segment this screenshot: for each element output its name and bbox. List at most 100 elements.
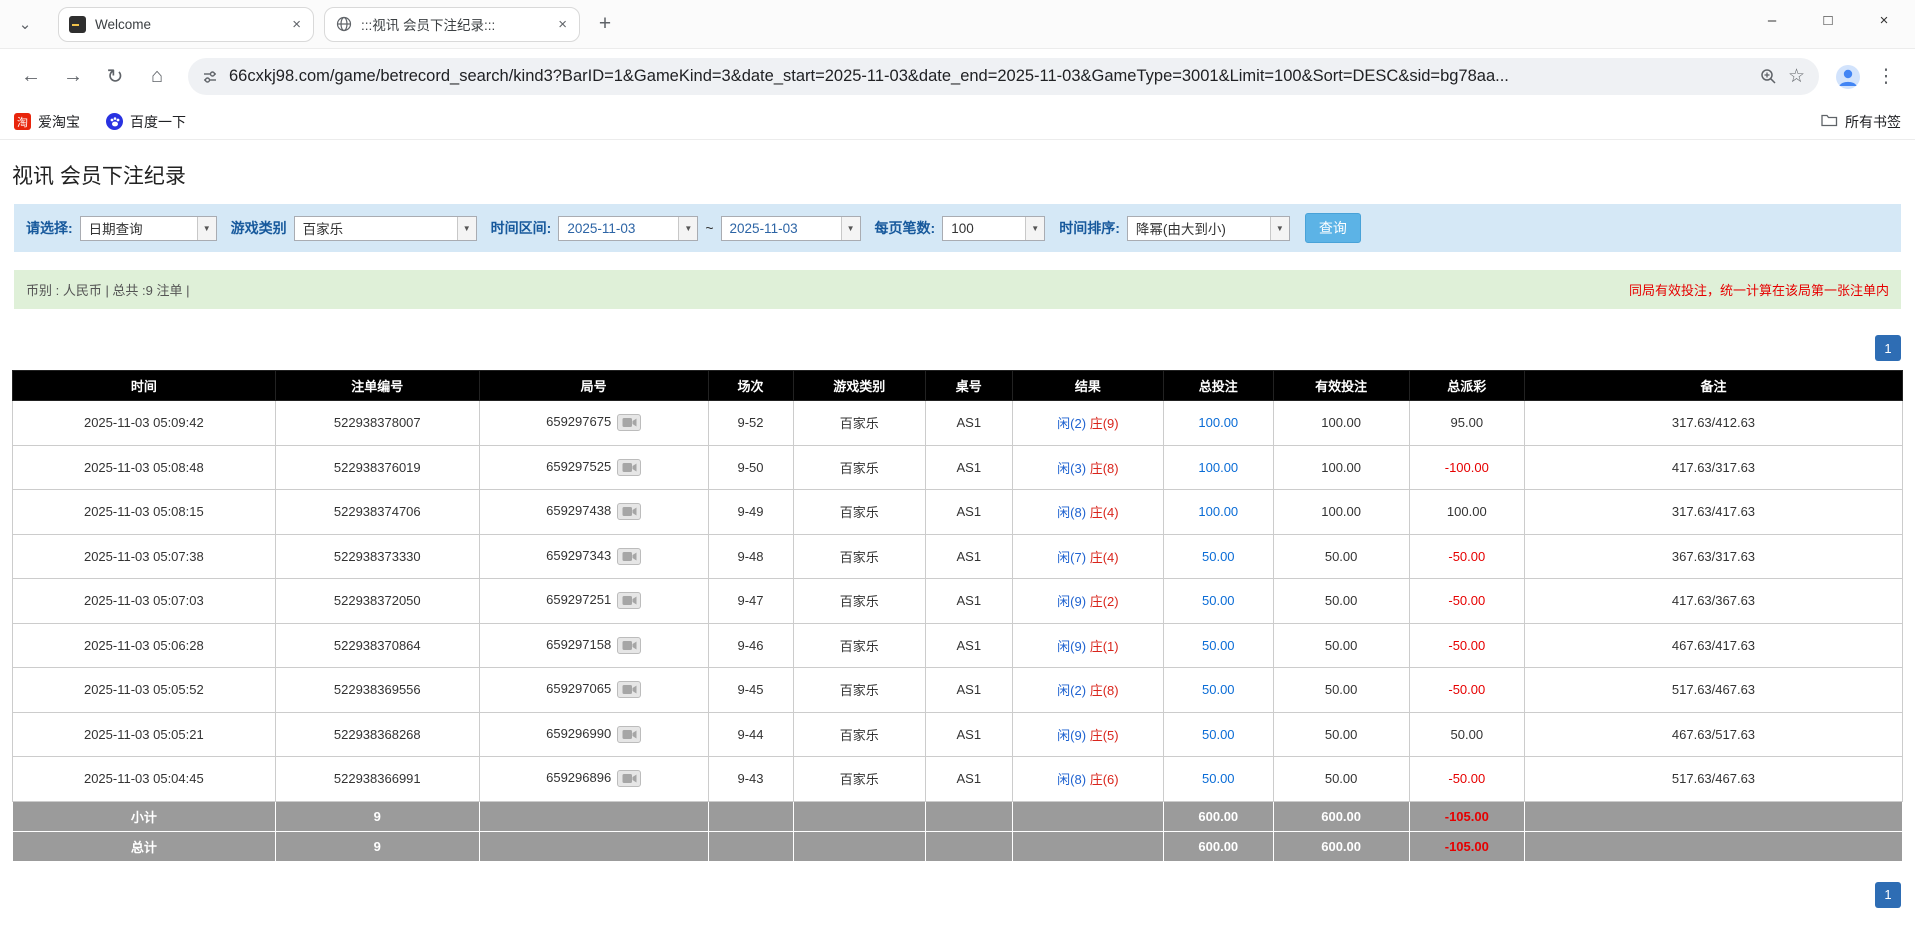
video-replay-icon[interactable] <box>617 592 642 610</box>
url-text[interactable]: 66cxkj98.com/game/betrecord_search/kind3… <box>229 67 1749 86</box>
column-header-9: 总派彩 <box>1408 370 1525 401</box>
chevron-down-icon[interactable]: ▼ <box>678 216 698 240</box>
bookmarks-bar: 淘 爱淘宝 百度一下 所有书签 <box>0 104 1915 140</box>
bookmark-label: 爱淘宝 <box>38 113 80 130</box>
total-bet-link[interactable]: 50.00 <box>1202 771 1235 786</box>
cell-valid-bet: 100.00 <box>1272 400 1410 446</box>
cell-bet-id: 522938366991 <box>274 756 480 802</box>
bookmark-star-icon[interactable]: ☆ <box>1788 65 1805 88</box>
result-player: 闲(3) <box>1057 460 1087 476</box>
total-bet-link[interactable]: 50.00 <box>1202 549 1235 564</box>
sort-select[interactable]: 降幂(由大到小) ▼ <box>1126 215 1290 241</box>
search-button[interactable]: 查询 <box>1304 213 1361 243</box>
per-page-label: 每页笔数: <box>874 220 936 236</box>
cell-game-type: 百家乐 <box>792 489 926 535</box>
cell-total-bet: 50.00 <box>1162 578 1274 624</box>
date-start-select[interactable]: 2025-11-03 ▼ <box>558 215 699 241</box>
cell-game-type: 百家乐 <box>792 622 926 668</box>
total-bet-link[interactable]: 50.00 <box>1202 638 1235 653</box>
game-type-select[interactable]: 百家乐 ▼ <box>293 215 477 241</box>
forward-icon[interactable]: → <box>54 58 92 96</box>
summary-empty-cell <box>707 800 794 832</box>
total-bet-link[interactable]: 100.00 <box>1198 415 1238 430</box>
cell-result: 闲(2) 庄(8) <box>1011 667 1164 713</box>
bet-record-row: 2025-11-03 05:06:28 522938370864 659297158… <box>12 622 1904 668</box>
refresh-icon[interactable]: ↻ <box>96 58 134 96</box>
video-replay-icon[interactable] <box>617 458 642 476</box>
video-replay-icon[interactable] <box>617 725 642 743</box>
total-bet-link[interactable]: 50.00 <box>1202 593 1235 608</box>
bet-records-table: 时间 注单编号 局号 场次 游戏类别 桌号 结果 总投注 有效投注 总派彩 备注 2025-11-0… <box>12 370 1904 862</box>
bookmark-baidu[interactable]: 百度一下 <box>106 112 186 132</box>
video-replay-icon[interactable] <box>617 503 642 521</box>
payout-value: -50.00 <box>1448 593 1486 609</box>
cell-result: 闲(9) 庄(1) <box>1011 622 1164 668</box>
site-info-icon[interactable] <box>202 69 218 85</box>
query-mode-select[interactable]: 日期查询 ▼ <box>79 215 217 241</box>
result-banker: 庄(8) <box>1089 460 1119 476</box>
date-separator: ~ <box>705 220 714 236</box>
column-header-7: 总投注 <box>1162 370 1274 401</box>
per-page-select[interactable]: 100 ▼ <box>942 215 1046 241</box>
zoom-icon[interactable] <box>1760 68 1777 85</box>
total-bet-link[interactable]: 50.00 <box>1202 727 1235 742</box>
result-banker: 庄(6) <box>1089 772 1119 788</box>
chevron-down-icon[interactable]: ▼ <box>1269 216 1289 240</box>
cell-valid-bet: 50.00 <box>1272 578 1410 624</box>
tab-close-icon[interactable]: × <box>290 15 303 34</box>
grand-total-row: 总计 9 600.00 600.00 -105.00 <box>12 830 1904 862</box>
summary-payout: -105.00 <box>1408 830 1525 862</box>
bet-record-row: 2025-11-03 05:07:38 522938373330 659297343… <box>12 533 1904 579</box>
chevron-down-icon[interactable]: ▼ <box>196 216 216 240</box>
page-1-button[interactable]: 1 <box>1875 881 1901 908</box>
profile-avatar-icon[interactable] <box>1831 60 1865 94</box>
cell-table-id: AS1 <box>924 578 1013 624</box>
browser-tab-welcome[interactable]: Welcome × <box>58 6 314 42</box>
cell-bet-id: 522938378007 <box>274 400 480 446</box>
bet-record-row: 2025-11-03 05:07:03 522938372050 659297251… <box>12 578 1904 624</box>
chevron-down-icon[interactable]: ▼ <box>840 216 860 240</box>
cell-note: 517.63/467.63 <box>1523 667 1904 713</box>
payout-value: -100.00 <box>1444 459 1489 475</box>
close-window-icon[interactable]: × <box>1867 5 1901 35</box>
browser-navbar: ← → ↻ ⌂ 66cxkj98.com/game/betrecord_sear… <box>0 49 1915 104</box>
summary-total-bet: 600.00 <box>1162 800 1274 832</box>
tab-search-chevron-icon[interactable]: ⌄ <box>10 9 40 39</box>
home-icon[interactable]: ⌂ <box>138 58 176 96</box>
video-replay-icon[interactable] <box>617 636 642 654</box>
cell-round-id: 659296896 <box>478 756 709 802</box>
video-replay-icon[interactable] <box>617 770 642 788</box>
minimize-icon[interactable]: – <box>1755 5 1789 35</box>
video-replay-icon[interactable] <box>617 681 642 699</box>
back-icon[interactable]: ← <box>12 58 50 96</box>
chevron-down-icon[interactable]: ▼ <box>456 216 476 240</box>
cell-bet-id: 522938373330 <box>274 533 480 579</box>
chevron-down-icon[interactable]: ▼ <box>1025 216 1045 240</box>
pagination-top: 1 <box>14 335 1901 361</box>
cell-result: 闲(2) 庄(9) <box>1011 400 1164 446</box>
tab-close-icon[interactable]: × <box>556 15 569 34</box>
date-range-label: 时间区间: <box>490 220 552 236</box>
date-end-select[interactable]: 2025-11-03 ▼ <box>720 215 861 241</box>
total-bet-link[interactable]: 50.00 <box>1202 682 1235 697</box>
column-header-3: 场次 <box>707 370 794 401</box>
window-controls: – □ × <box>1755 0 1901 40</box>
all-bookmarks-button[interactable]: 所有书签 <box>1821 112 1901 132</box>
cell-valid-bet: 100.00 <box>1272 444 1410 490</box>
bookmark-label: 百度一下 <box>130 113 186 130</box>
total-bet-link[interactable]: 100.00 <box>1198 460 1238 475</box>
game-type-label: 游戏类别 <box>230 220 287 236</box>
url-bar[interactable]: 66cxkj98.com/game/betrecord_search/kind3… <box>188 58 1819 95</box>
result-player: 闲(2) <box>1057 416 1087 432</box>
browser-tab-bet-records[interactable]: :::视讯 会员下注纪录::: × <box>324 6 580 42</box>
cell-time: 2025-11-03 05:08:15 <box>12 489 276 535</box>
page-1-button[interactable]: 1 <box>1875 335 1901 361</box>
video-replay-icon[interactable] <box>617 414 642 432</box>
video-replay-icon[interactable] <box>617 547 642 565</box>
new-tab-icon[interactable]: + <box>590 9 620 39</box>
bet-record-row: 2025-11-03 05:09:42 522938378007 659297675… <box>12 400 1904 446</box>
bookmark-taobao[interactable]: 淘 爱淘宝 <box>14 112 80 132</box>
browser-menu-icon[interactable]: ⋮ <box>1869 60 1903 94</box>
total-bet-link[interactable]: 100.00 <box>1198 504 1238 519</box>
maximize-icon[interactable]: □ <box>1811 5 1845 35</box>
